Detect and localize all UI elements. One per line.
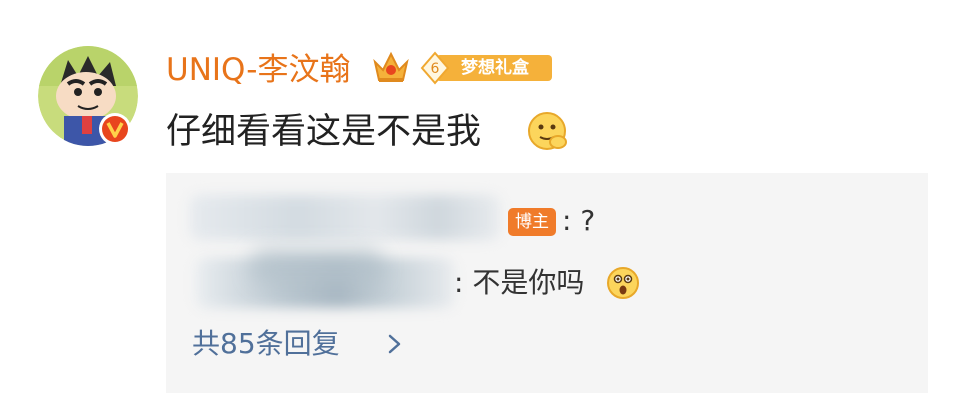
blurred-username [190, 195, 500, 240]
username[interactable]: UNIQ-李汶翰 [166, 52, 350, 88]
comment-text: 仔细看看这是不是我 [166, 112, 482, 152]
blurred-username-smudge [252, 248, 382, 284]
host-badge: 博主 [508, 208, 556, 236]
more-replies-link[interactable]: 共85条回复 [192, 326, 340, 362]
chevron-right-icon[interactable] [386, 332, 404, 356]
verified-badge-icon [99, 113, 131, 145]
thinking-emoji-icon [528, 112, 567, 150]
reply-text: : ? [562, 204, 596, 237]
level-badge-text: 梦想礼盒 [461, 58, 529, 78]
reply-text: : 不是你吗 [454, 266, 585, 299]
shocked-emoji-icon [607, 267, 639, 299]
level-number: 6 [431, 61, 440, 77]
crown-icon [373, 51, 409, 82]
